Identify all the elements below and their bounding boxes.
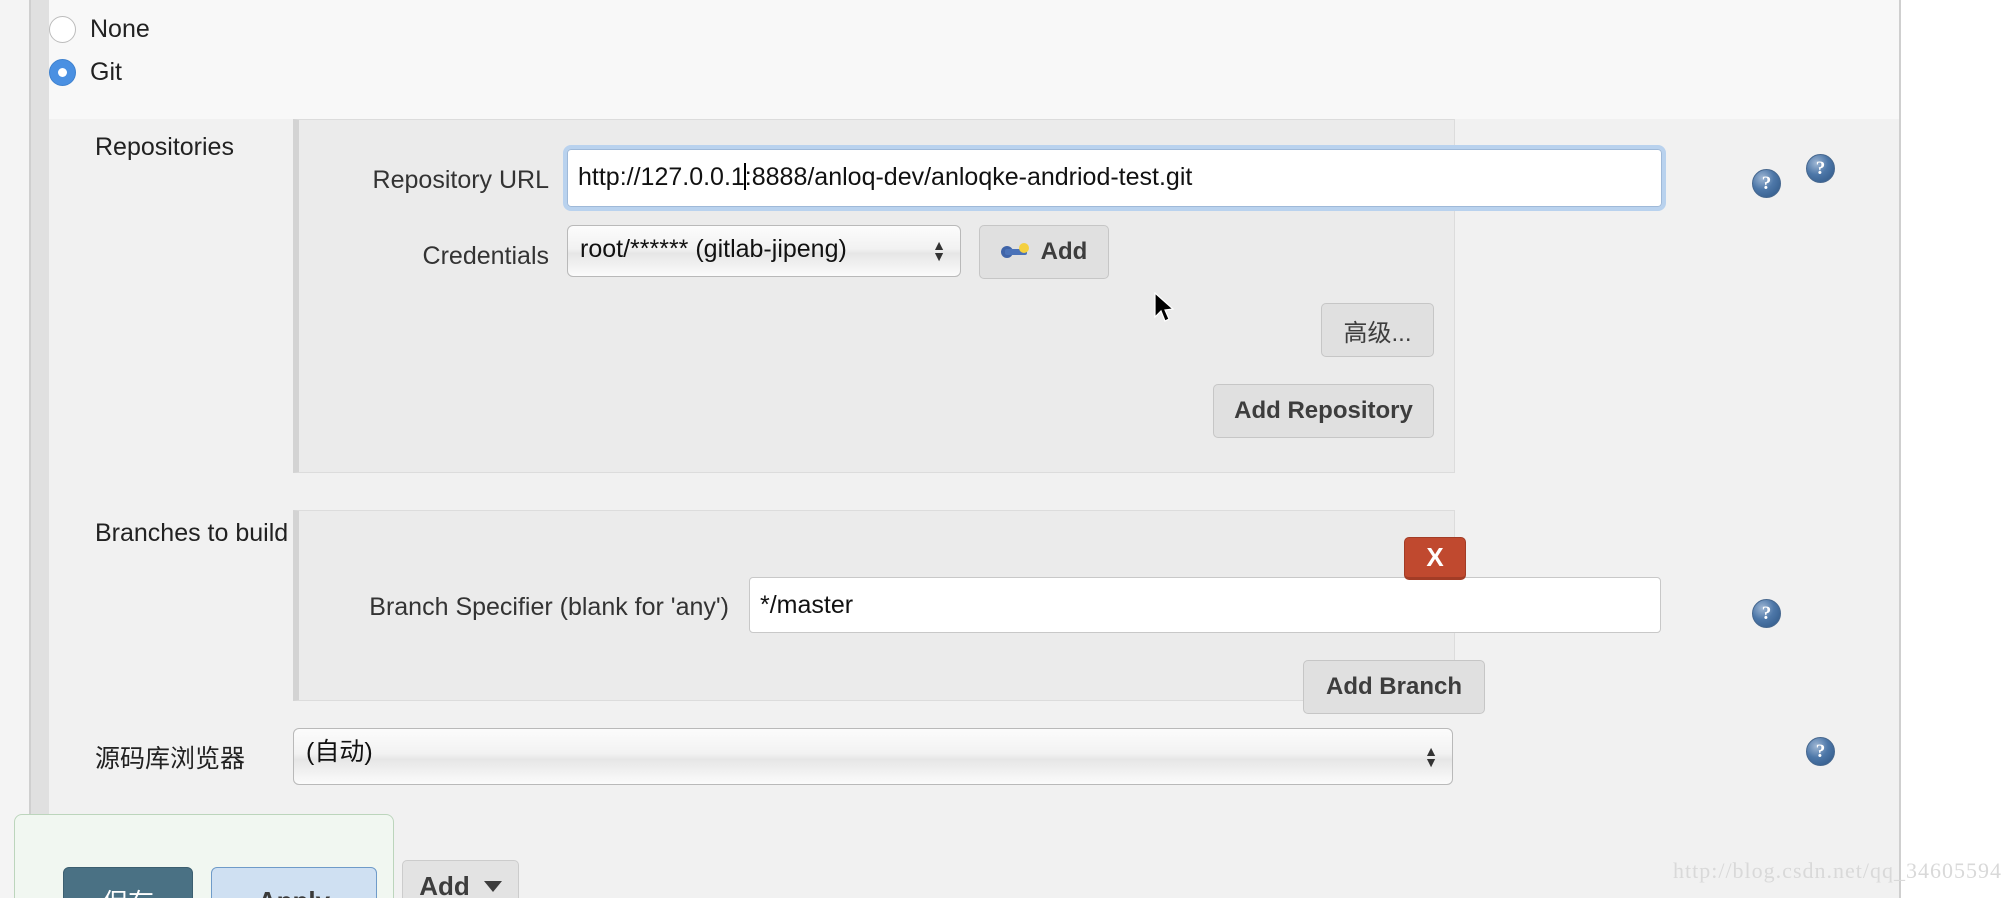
scm-section-accent-bar: [31, 0, 49, 119]
repository-url-text-before-caret: http://127.0.0.1: [578, 163, 745, 191]
help-glyph: ?: [1815, 741, 1826, 762]
git-config-body: Repositories Repository URL http://127.0…: [31, 119, 1899, 898]
apply-button[interactable]: Apply: [211, 867, 377, 898]
help-glyph: ?: [1815, 158, 1826, 179]
branch-specifier-label: Branch Specifier (blank for 'any'): [369, 593, 729, 621]
chevron-down-icon: [483, 880, 502, 892]
repositories-section-label: Repositories: [95, 133, 234, 161]
select-arrows-icon: ▲ ▼: [932, 237, 946, 264]
add-dropdown-button[interactable]: Add: [402, 860, 519, 898]
radio-none[interactable]: [49, 16, 76, 43]
help-glyph: ?: [1761, 603, 1772, 624]
source-browser-value: (自动): [306, 738, 373, 766]
credentials-add-button[interactable]: Add: [979, 225, 1109, 279]
scm-option-none-label: None: [90, 15, 150, 43]
add-repository-label: Add Repository: [1234, 397, 1413, 424]
add-branch-button[interactable]: Add Branch: [1303, 660, 1485, 714]
scm-selector-header: None Git: [31, 0, 1899, 119]
add-branch-label: Add Branch: [1325, 673, 1462, 700]
screen-root: None Git Repositories Repository URL htt…: [0, 0, 2010, 898]
watermark-text: http://blog.csdn.net/qq_34605594: [1673, 858, 2002, 883]
key-icon: [1000, 243, 1031, 261]
source-browser-select[interactable]: (自动) ▲ ▼: [293, 728, 1453, 785]
credentials-select[interactable]: root/****** (gitlab-jipeng) ▲ ▼: [567, 225, 961, 277]
credentials-label: Credentials: [422, 242, 549, 270]
help-glyph: ?: [1761, 173, 1772, 194]
select-arrows-icon: ▲ ▼: [1424, 742, 1438, 770]
repository-url-input[interactable]: http://127.0.0.1:8888/anloq-dev/anloqke-…: [563, 145, 1666, 211]
branch-specifier-input[interactable]: */master: [749, 577, 1661, 633]
delete-branch-button[interactable]: X: [1404, 537, 1466, 580]
page-frame: None Git Repositories Repository URL htt…: [0, 0, 1901, 898]
help-icon-branch-specifier[interactable]: ?: [1752, 599, 1781, 628]
delete-branch-label: X: [1426, 542, 1444, 572]
source-browser-label: 源码库浏览器: [95, 745, 246, 773]
add-dropdown-label: Add: [419, 870, 470, 898]
help-icon-repositories[interactable]: ?: [1806, 154, 1835, 183]
advanced-button[interactable]: 高级...: [1321, 303, 1434, 357]
repositories-panel: Repository URL http://127.0.0.1:8888/anl…: [293, 119, 1666, 473]
scm-option-none[interactable]: None: [49, 15, 150, 44]
save-button-label: 保存: [102, 883, 154, 898]
branches-panel: Branch Specifier (blank for 'any') */mas…: [293, 510, 1661, 714]
scm-option-git-label: Git: [90, 58, 122, 86]
apply-button-label: Apply: [258, 886, 330, 898]
repository-url-text-after-caret: :8888/anloq-dev/anloqke-andriod-test.git: [744, 163, 1193, 191]
body-accent-bar: [31, 119, 49, 898]
advanced-button-label: 高级...: [1343, 319, 1412, 347]
radio-git[interactable]: [49, 59, 76, 86]
floating-save-bar: 保存 Apply: [14, 814, 394, 898]
add-repository-button[interactable]: Add Repository: [1213, 384, 1434, 438]
branches-section-label: Branches to build: [95, 519, 289, 547]
branch-specifier-value: */master: [760, 591, 854, 619]
scm-option-git[interactable]: Git: [49, 58, 122, 87]
credentials-add-label: Add: [1040, 238, 1088, 265]
credentials-selected-value: root/****** (gitlab-jipeng): [580, 235, 847, 263]
help-icon-source-browser[interactable]: ?: [1806, 737, 1835, 766]
save-button[interactable]: 保存: [63, 867, 193, 898]
repository-url-label: Repository URL: [372, 166, 549, 194]
help-icon-repository-url[interactable]: ?: [1752, 169, 1781, 198]
